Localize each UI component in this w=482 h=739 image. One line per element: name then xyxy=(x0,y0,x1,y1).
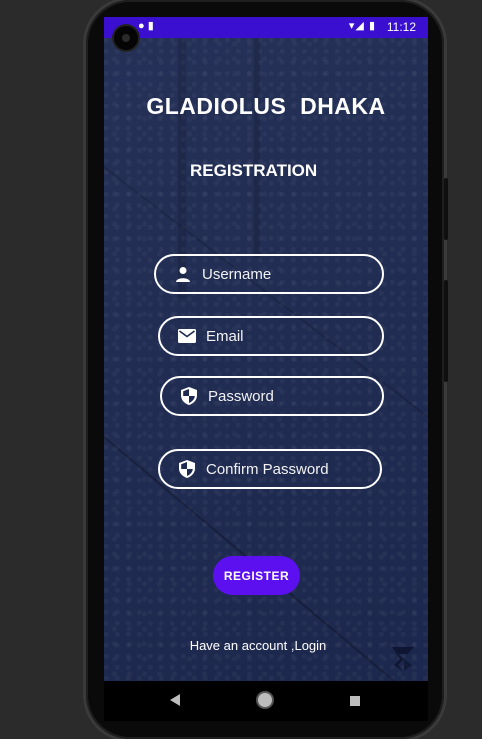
password-placeholder: Password xyxy=(208,387,274,405)
app-title: GLADIOLUS DHAKA xyxy=(146,93,386,119)
confirm-password-field[interactable]: Confirm Password xyxy=(158,449,382,489)
status-bar: ● ▮ ▾◢ ▮ 11:12 xyxy=(104,17,428,38)
username-placeholder: Username xyxy=(202,265,272,283)
login-link[interactable]: Have an account ,Login xyxy=(104,638,412,653)
status-time: 11:12 xyxy=(386,20,416,34)
app-logo-icon xyxy=(392,647,414,671)
register-button[interactable]: REGISTER xyxy=(213,556,300,595)
android-nav-bar xyxy=(104,681,428,721)
status-right-icons: ▾◢ ▮ xyxy=(348,20,376,32)
password-field[interactable]: Password xyxy=(160,376,384,416)
home-icon[interactable] xyxy=(258,693,272,707)
front-camera xyxy=(114,26,138,50)
page-title: REGISTRATION xyxy=(190,161,318,180)
back-icon[interactable] xyxy=(170,694,180,706)
shield-icon xyxy=(178,460,196,478)
email-placeholder: Email xyxy=(206,327,244,345)
mail-icon xyxy=(178,327,196,345)
email-field[interactable]: Email xyxy=(158,316,384,356)
volume-button xyxy=(444,280,448,382)
shield-icon xyxy=(180,387,198,405)
status-left-icons: ● ▮ xyxy=(138,20,154,32)
confirm-password-placeholder: Confirm Password xyxy=(206,460,329,478)
recents-icon[interactable] xyxy=(350,696,360,706)
app-screen: ● ▮ ▾◢ ▮ 11:12 GLADIOLUS DHAKA REGISTRAT… xyxy=(104,17,428,681)
person-icon xyxy=(174,265,192,283)
power-button xyxy=(444,178,448,240)
username-field[interactable]: Username xyxy=(154,254,384,294)
